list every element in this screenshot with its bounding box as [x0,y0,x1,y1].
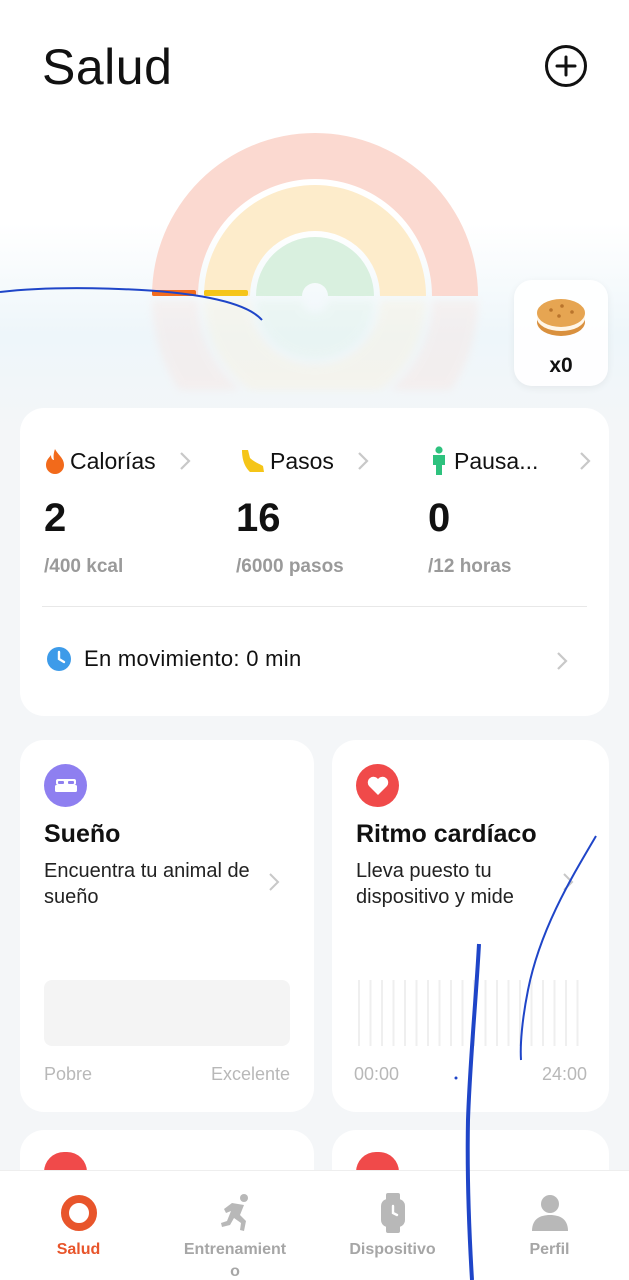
tab-label: Perfil [529,1241,570,1258]
cookie-badge[interactable]: x0 [514,280,608,386]
heart-time-end: 24:00 [541,1064,587,1084]
tab-salud[interactable]: Salud [0,1171,157,1280]
chart-grid-bar [496,980,498,1046]
heart-rate-card[interactable]: Ritmo cardíaco Lleva puesto tu dispositi… [332,740,609,1112]
sleep-card[interactable]: Sueño Encuentra tu animal de sueño Pobre… [20,740,314,1112]
plus-icon [555,55,577,77]
standing-metric[interactable]: Pausa... 0 /12 horas [428,446,591,578]
sleep-chart-placeholder [44,980,290,1046]
calories-metric[interactable]: Calorías 2 /400 kcal [44,446,191,578]
chart-grid-bar [438,980,441,1046]
chart-grid-bar [427,980,429,1046]
flame-icon [46,449,64,474]
steps-goal: /6000 pasos [236,556,344,577]
sleep-range-low: Pobre [44,1064,93,1084]
sleep-range-high: Excelente [210,1064,290,1084]
chart-grid-bar [542,980,544,1046]
chart-grid-bar [404,980,406,1046]
bottom-tab-bar: Salud Entrenamient o Dispositivo Perfil [0,1170,629,1280]
chevron-right-icon [563,873,574,891]
chart-grid-bar [358,980,360,1046]
chart-grid-bar [473,980,475,1046]
shoe-icon [242,450,264,472]
chart-grid-bar [461,980,464,1046]
card-icon-badge [356,1152,399,1172]
rings-reflection [140,300,490,390]
calories-value: 2 [44,496,67,540]
sleep-subtitle: Encuentra tu animal de sueño [44,860,250,908]
moving-label: En movimiento: 0 min [84,646,302,671]
heart-time-start: 00:00 [354,1064,400,1084]
chart-grid-bar [450,980,452,1046]
chart-grid-bar [530,980,533,1046]
calories-progress [152,290,196,296]
heart-icon-badge [356,764,399,807]
watch-icon [380,1193,405,1233]
tab-label: Dispositivo [349,1241,436,1258]
chart-grid-bar [415,980,418,1046]
chart-grid-bar [484,980,487,1046]
health-ring-icon [60,1195,97,1231]
cookie-count: x0 [549,354,573,377]
sleep-icon-badge [44,764,87,807]
standing-value: 0 [428,496,451,540]
chart-grid-bar [565,980,567,1046]
chevron-right-icon [180,452,191,470]
cookie-icon [537,299,585,336]
chevron-right-icon[interactable] [555,650,569,672]
standing-goal: /12 horas [428,556,512,577]
chart-grid-bar [392,980,395,1046]
tab-entrenamiento[interactable]: Entrenamient o [157,1171,314,1280]
person-standing-icon [433,446,445,475]
chevron-right-icon [358,452,369,470]
page-title: Salud [42,39,173,95]
bed-icon [54,778,77,792]
heart-title: Ritmo cardíaco [356,820,537,848]
calories-goal: /400 kcal [44,556,124,577]
chevron-right-icon [269,873,280,891]
clock-icon [47,647,71,671]
tab-dispositivo[interactable]: Dispositivo [314,1171,471,1280]
calories-label: Calorías [70,447,156,474]
tab-perfil[interactable]: Perfil [471,1171,628,1280]
chart-grid-bar [519,980,521,1046]
tab-label: Entrenamient o [183,1241,287,1280]
heart-icon [367,776,388,795]
running-icon [220,1194,248,1231]
steps-progress [204,290,248,296]
chart-grid-bar [381,980,383,1046]
standing-label: Pausa... [454,447,539,474]
steps-metric[interactable]: Pasos 16 /6000 pasos [236,446,369,578]
add-button[interactable] [545,45,587,87]
chart-grid-bar [369,980,372,1046]
steps-value: 16 [236,496,281,540]
chart-grid-bar [553,980,556,1046]
tab-label: Salud [56,1241,101,1258]
sleep-title: Sueño [44,820,121,848]
chart-grid-bar [576,980,579,1046]
divider [42,606,587,607]
activity-card: Calorías 2 /400 kcal Pasos 16 /6000 paso… [20,408,609,716]
chevron-right-icon [580,452,591,470]
heart-rate-chart-placeholder [358,980,579,1046]
card-icon-badge [44,1152,87,1172]
moving-row[interactable]: En movimiento: 0 min [46,646,302,672]
profile-icon [531,1195,568,1231]
steps-label: Pasos [270,447,334,474]
chart-grid-bar [507,980,510,1046]
heart-subtitle: Lleva puesto tu dispositivo y mide [356,860,514,908]
